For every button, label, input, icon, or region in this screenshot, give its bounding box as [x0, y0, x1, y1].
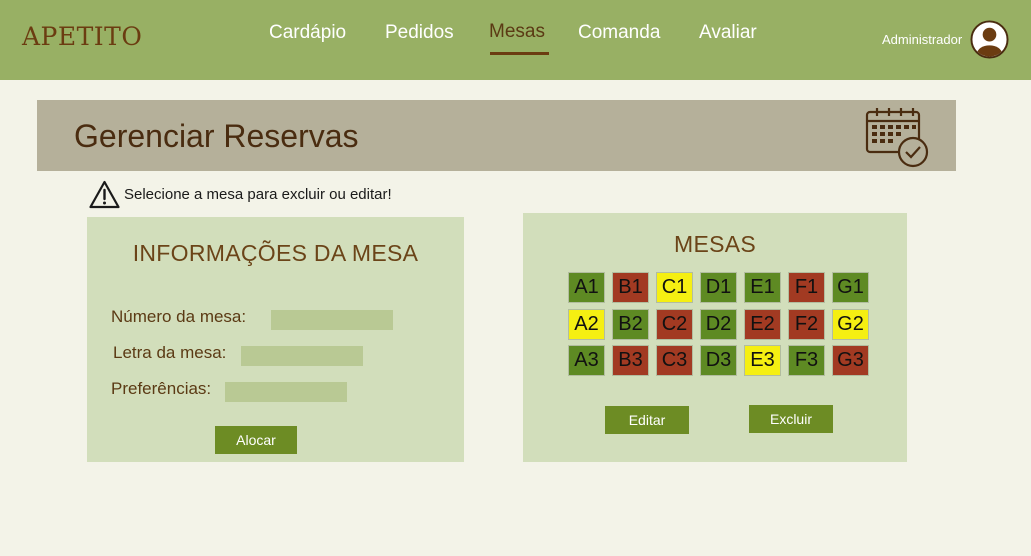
table-cell-a3[interactable]: A3 [569, 346, 604, 375]
table-cell-b1[interactable]: B1 [613, 273, 648, 302]
tables-panel: MESAS A1 B1 C1 D1 E1 F1 G1 A2 B2 C2 D2 E2 F2 G2 A3 B3 C3… [523, 213, 907, 462]
table-cell-g2[interactable]: G2 [833, 309, 868, 339]
table-cell-f3[interactable]: F3 [789, 346, 824, 375]
delete-button[interactable]: Excluir [749, 405, 833, 433]
page-title: Gerenciar Reservas [74, 118, 359, 154]
user-name[interactable]: Administrador [882, 32, 962, 47]
active-nav-indicator [490, 52, 549, 55]
table-info-panel: INFORMAÇÕES DA MESA Número da mesa: Letr… [87, 217, 464, 462]
table-cell-g3[interactable]: G3 [833, 346, 868, 375]
table-cell-e1[interactable]: E1 [745, 273, 780, 302]
table-letter-label: Letra da mesa: [113, 343, 227, 362]
table-cell-f2[interactable]: F2 [789, 309, 824, 339]
page-header: Gerenciar Reservas [37, 100, 956, 171]
nav-pedidos[interactable]: Pedidos [385, 22, 454, 44]
preferences-label: Preferências: [111, 379, 212, 398]
table-cell-d2[interactable]: D2 [701, 309, 736, 339]
table-number-label: Número da mesa: [111, 307, 247, 326]
table-cell-d3[interactable]: D3 [701, 346, 736, 375]
nav-avaliar[interactable]: Avaliar [699, 22, 757, 44]
table-cell-f1[interactable]: F1 [789, 273, 824, 302]
table-cell-b3[interactable]: B3 [613, 346, 648, 375]
warning-icon [89, 180, 120, 208]
tables-panel-title: MESAS [673, 231, 757, 257]
brand-logo[interactable]: APETITO [22, 22, 142, 51]
user-avatar-icon[interactable] [970, 20, 1009, 59]
table-cell-c3[interactable]: C3 [657, 346, 692, 375]
edit-button[interactable]: Editar [605, 406, 689, 434]
table-letter-input[interactable] [241, 346, 363, 366]
table-cell-a1[interactable]: A1 [569, 273, 604, 302]
warning-text: Selecione a mesa para excluir ou editar! [124, 185, 392, 203]
table-cell-c2[interactable]: C2 [657, 309, 692, 339]
top-navbar: APETITO Cardápio Pedidos Mesas Comanda A… [0, 0, 1031, 80]
table-cell-a2[interactable]: A2 [569, 309, 604, 339]
table-cell-c1[interactable]: C1 [657, 273, 692, 302]
nav-cardapio[interactable]: Cardápio [269, 22, 346, 44]
nav-comanda[interactable]: Comanda [578, 22, 660, 44]
info-panel-title: INFORMAÇÕES DA MESA [132, 240, 419, 266]
table-cell-e3[interactable]: E3 [745, 346, 780, 375]
nav-mesas[interactable]: Mesas [489, 21, 545, 43]
allocate-button[interactable]: Alocar [215, 426, 297, 454]
preferences-input[interactable] [225, 382, 347, 402]
warning-message: Selecione a mesa para excluir ou editar! [89, 179, 392, 209]
table-number-input[interactable] [271, 310, 393, 330]
table-cell-e2[interactable]: E2 [745, 309, 780, 339]
table-cell-b2[interactable]: B2 [613, 309, 648, 339]
table-cell-g1[interactable]: G1 [833, 273, 868, 302]
table-cell-d1[interactable]: D1 [701, 273, 736, 302]
calendar-check-icon [865, 108, 929, 168]
